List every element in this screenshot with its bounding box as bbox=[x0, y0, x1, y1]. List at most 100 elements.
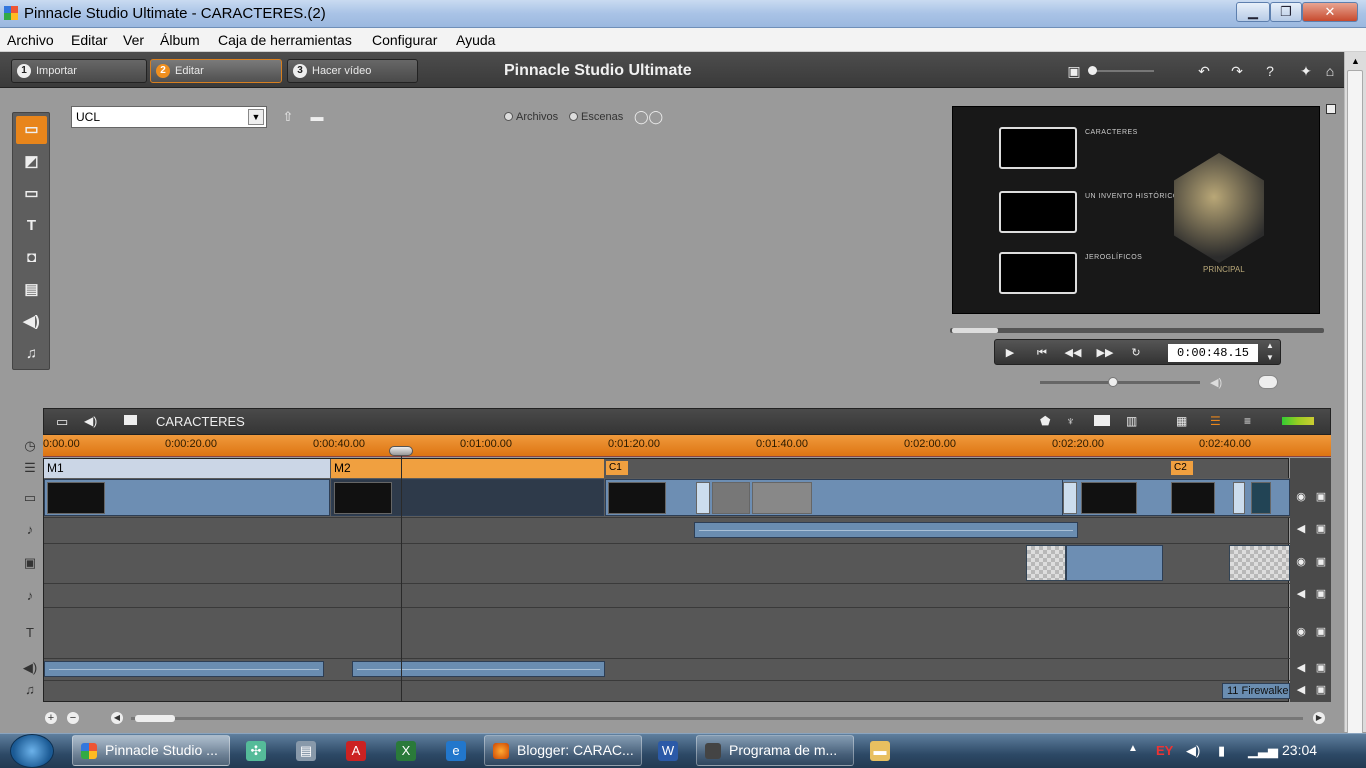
storyboard-view-icon[interactable]: ▦ bbox=[1176, 414, 1187, 428]
timecode-up-icon[interactable]: ▲ bbox=[1261, 340, 1279, 352]
overlay-icon[interactable]: ▭ bbox=[16, 180, 47, 208]
video-clip[interactable] bbox=[44, 479, 330, 516]
video-clip[interactable] bbox=[1062, 479, 1290, 516]
overlay-clip[interactable] bbox=[1066, 545, 1163, 581]
lock-icon[interactable]: ▣ bbox=[1314, 625, 1328, 639]
power-icon[interactable]: ▮ bbox=[1218, 743, 1225, 759]
playhead-handle[interactable] bbox=[389, 446, 413, 456]
transition-thumbnail[interactable] bbox=[1233, 482, 1245, 514]
tray-expand-icon[interactable]: ▲ bbox=[1128, 743, 1138, 754]
video-clip[interactable] bbox=[605, 479, 1085, 516]
task-pinnacle[interactable]: Pinnacle Studio ... bbox=[72, 735, 230, 766]
speaker-icon[interactable]: ◀ bbox=[1294, 683, 1308, 697]
tips-bulb-icon[interactable]: ✦ bbox=[1298, 63, 1314, 79]
lock-icon[interactable]: ▣ bbox=[1314, 661, 1328, 675]
internet-explorer-icon[interactable]: e bbox=[446, 741, 466, 761]
lock-icon[interactable]: ▣ bbox=[1314, 522, 1328, 536]
task-firefox[interactable]: Blogger: CARAC... bbox=[484, 735, 642, 766]
detach-preview-icon[interactable] bbox=[1326, 104, 1336, 114]
marker-m1[interactable]: M1 bbox=[44, 459, 330, 478]
up-folder-icon[interactable]: ⇧ bbox=[279, 110, 297, 124]
zoom-in-icon[interactable]: + bbox=[45, 712, 57, 724]
speaker-icon[interactable]: ◀) bbox=[1210, 376, 1222, 389]
audio-view-icon[interactable]: ◀) bbox=[84, 414, 97, 428]
maximize-button[interactable]: ❐ bbox=[1270, 2, 1302, 22]
timecode-down-icon[interactable]: ▼ bbox=[1261, 352, 1279, 364]
eye-icon[interactable]: ◉ bbox=[1294, 490, 1308, 504]
list-icon[interactable]: ☰ bbox=[20, 460, 40, 476]
timeline-scroll-track[interactable] bbox=[131, 715, 1303, 722]
go-start-icon[interactable]: ⏮ bbox=[1033, 344, 1051, 362]
menu-editar[interactable]: Editar bbox=[71, 32, 108, 48]
chevron-down-icon[interactable]: ▼ bbox=[248, 109, 264, 125]
menu-ayuda[interactable]: Ayuda bbox=[456, 32, 495, 48]
audio-clip[interactable] bbox=[694, 522, 1078, 538]
marker-icon[interactable]: ⬟ bbox=[1040, 414, 1050, 428]
sound-effects-icon[interactable]: ◀) bbox=[16, 308, 47, 336]
transition-thumbnail[interactable] bbox=[1063, 482, 1077, 514]
speaker-icon[interactable]: ◀ bbox=[1294, 661, 1308, 675]
play-icon[interactable]: ▶ bbox=[1001, 344, 1019, 362]
eye-icon[interactable]: ◉ bbox=[1294, 625, 1308, 639]
video-scenes-icon[interactable]: ▭ bbox=[16, 116, 47, 144]
folder-icon[interactable]: ▬ bbox=[308, 110, 326, 124]
text-view-icon[interactable]: ≡ bbox=[1244, 414, 1251, 428]
speaker-icon[interactable]: ◀ bbox=[1294, 587, 1308, 601]
timecode-field[interactable]: 0:00:48.15 bbox=[1168, 344, 1258, 362]
scrubber-thumb[interactable] bbox=[952, 328, 998, 333]
scroll-right-icon[interactable]: ▶ bbox=[1313, 712, 1325, 724]
store-icon[interactable]: ⌂ bbox=[1322, 63, 1338, 79]
word-icon[interactable]: W bbox=[658, 741, 678, 761]
video-clip[interactable] bbox=[331, 479, 604, 516]
start-button[interactable] bbox=[10, 734, 54, 768]
overlay-clip[interactable] bbox=[1229, 545, 1290, 581]
music-icon[interactable]: ♫ bbox=[16, 340, 47, 368]
transition-thumbnail[interactable] bbox=[696, 482, 710, 514]
task-program[interactable]: Programa de m... bbox=[696, 735, 854, 766]
razor-icon[interactable] bbox=[1094, 415, 1110, 426]
timeline-ruler[interactable]: 0:00.00 0:00:20.00 0:00:40.00 0:01:00.00… bbox=[43, 435, 1331, 457]
calculator-icon[interactable]: ▤ bbox=[296, 741, 316, 761]
album-source-select[interactable]: UCL ▼ bbox=[71, 106, 267, 128]
disc-icon[interactable] bbox=[1258, 375, 1278, 389]
sound-clip[interactable] bbox=[352, 661, 605, 677]
marker-c2[interactable]: C2 bbox=[1171, 461, 1193, 475]
volume-knob[interactable] bbox=[1108, 377, 1118, 387]
lock-icon[interactable]: ▣ bbox=[1314, 555, 1328, 569]
timeline-view-icon[interactable]: ☰ bbox=[1210, 414, 1221, 428]
close-button[interactable]: ✕ bbox=[1302, 2, 1358, 22]
volume-slider[interactable] bbox=[1040, 377, 1200, 387]
zoom-out-icon[interactable]: − bbox=[67, 712, 79, 724]
help-icon[interactable]: ? bbox=[1262, 63, 1278, 79]
clock-icon[interactable]: ◷ bbox=[20, 438, 40, 454]
radio-archivos[interactable]: Archivos bbox=[504, 111, 558, 123]
undo-icon[interactable]: ↶ bbox=[1196, 63, 1212, 79]
timeline-scroll-thumb[interactable] bbox=[135, 715, 175, 722]
redo-icon[interactable]: ↷ bbox=[1229, 63, 1245, 79]
photos-icon[interactable]: ◘ bbox=[16, 244, 47, 272]
glasses-icon[interactable]: ◯◯ bbox=[634, 109, 663, 125]
sound-clip[interactable] bbox=[44, 661, 324, 677]
scroll-up-icon[interactable]: ▲ bbox=[1351, 56, 1360, 66]
music-clip[interactable]: 11 Firewalker bbox=[1222, 683, 1290, 699]
speaker-icon[interactable]: ◀ bbox=[1294, 522, 1308, 536]
lock-icon[interactable]: ▣ bbox=[1314, 683, 1328, 697]
overlay-clip[interactable] bbox=[1026, 545, 1066, 581]
trash-icon[interactable]: ▥ bbox=[1126, 414, 1137, 428]
menu-toolbox[interactable]: Caja de herramientas bbox=[218, 32, 352, 48]
minimize-button[interactable]: ▁ bbox=[1236, 2, 1270, 22]
lock-icon[interactable]: ▣ bbox=[1314, 490, 1328, 504]
preview-scrubber[interactable] bbox=[950, 328, 1324, 333]
excel-icon[interactable]: X bbox=[396, 741, 416, 761]
scroll-thumb[interactable] bbox=[1347, 70, 1363, 740]
disc-menus-icon[interactable]: ▤ bbox=[16, 276, 47, 304]
scroll-left-icon[interactable]: ◀ bbox=[111, 712, 123, 724]
loop-icon[interactable]: ↻ bbox=[1127, 344, 1145, 362]
acrobat-icon[interactable]: A bbox=[346, 741, 366, 761]
tab-editar[interactable]: 2 Editar bbox=[150, 59, 282, 83]
step-back-icon[interactable]: ◀◀ bbox=[1064, 344, 1082, 362]
menu-album[interactable]: Álbum bbox=[160, 32, 200, 48]
network-app-icon[interactable]: ✣ bbox=[246, 741, 266, 761]
preview-size-icon[interactable]: ▣ bbox=[1066, 63, 1082, 79]
transitions-icon[interactable]: ◩ bbox=[16, 148, 47, 176]
